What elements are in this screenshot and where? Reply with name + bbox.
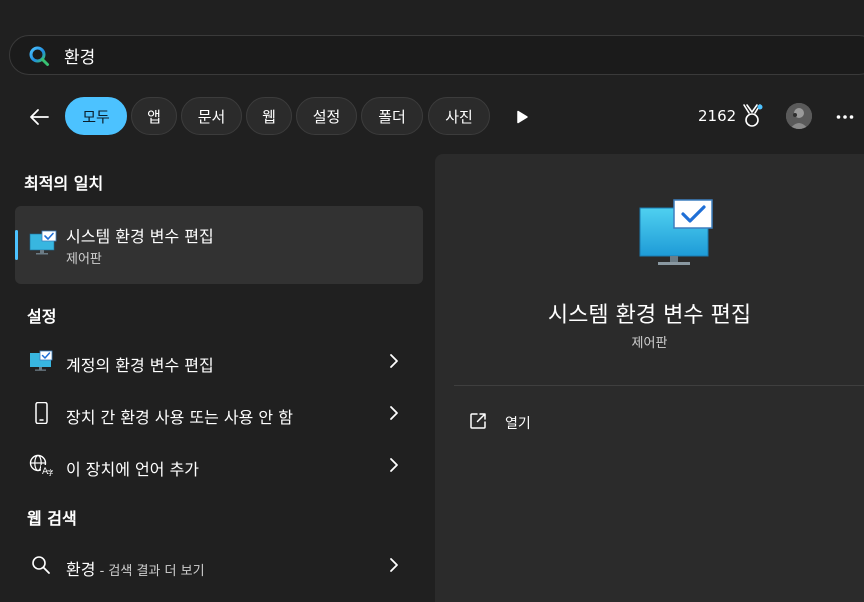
settings-item-add-language[interactable]: A 字 이 장치에 언어 추가 [15, 442, 423, 488]
web-search-result[interactable]: 환경 - 검색 결과 더 보기 [15, 542, 423, 588]
search-icon [32, 556, 50, 574]
best-match-heading: 최적의 일치 [24, 174, 104, 193]
open-action-label: 열기 [505, 416, 531, 432]
settings-item-label: 계정의 환경 변수 편집 [66, 356, 214, 375]
selection-indicator [15, 230, 18, 260]
start-search-window: 모두 앱 문서 웹 설정 폴더 사진 2162 최적의 일치 [0, 0, 864, 602]
chevron-right-icon [390, 558, 398, 572]
back-button[interactable] [24, 102, 54, 132]
web-search-query: 환경 [66, 560, 96, 579]
search-input[interactable] [64, 42, 664, 68]
web-search-heading: 웹 검색 [27, 509, 77, 528]
preview-subtitle: 제어판 [631, 336, 668, 351]
open-external-icon [470, 413, 486, 429]
best-match-subtitle: 제어판 [66, 252, 102, 267]
preview-pane: 시스템 환경 변수 편집 제어판 열기 [435, 154, 864, 602]
best-match-result[interactable]: 시스템 환경 변수 편집 제어판 [15, 206, 423, 284]
best-match-title: 시스템 환경 변수 편집 [66, 227, 214, 246]
monitor-check-icon [30, 350, 53, 371]
settings-item-label: 이 장치에 언어 추가 [66, 460, 200, 479]
filter-tab-web[interactable]: 웹 [246, 97, 292, 135]
web-search-label: 환경 - 검색 결과 더 보기 [66, 556, 205, 580]
play-icon [517, 110, 528, 124]
rewards-medal-icon[interactable] [740, 103, 764, 129]
phone-icon [35, 402, 48, 424]
web-search-suffix: - 검색 결과 더 보기 [95, 564, 205, 579]
monitor-check-icon [29, 230, 57, 255]
preview-title: 시스템 환경 변수 편집 [547, 303, 752, 328]
svg-text:字: 字 [47, 468, 53, 476]
chevron-right-icon [390, 458, 398, 472]
more-options-button[interactable] [832, 104, 858, 130]
chevron-right-icon [390, 406, 398, 420]
settings-heading: 설정 [27, 307, 57, 326]
chevron-right-icon [390, 354, 398, 368]
filter-tab-apps[interactable]: 앱 [131, 97, 177, 135]
ellipsis-icon [836, 115, 854, 119]
arrow-left-icon [30, 109, 49, 125]
rewards-points[interactable]: 2162 [698, 107, 736, 125]
preview-divider [454, 385, 864, 386]
filter-tab-photos[interactable]: 사진 [428, 97, 490, 135]
monitor-check-icon [639, 199, 713, 265]
avatar[interactable] [786, 103, 812, 129]
open-action[interactable]: 열기 [454, 403, 854, 439]
more-filters-button[interactable] [509, 104, 535, 130]
user-avatar-image [786, 103, 812, 129]
filter-tab-settings[interactable]: 설정 [296, 97, 357, 135]
settings-item-label: 장치 간 환경 사용 또는 사용 안 함 [66, 408, 293, 427]
filter-tab-all[interactable]: 모두 [65, 97, 127, 135]
language-icon: A 字 [29, 454, 53, 476]
settings-item-cross-device[interactable]: 장치 간 환경 사용 또는 사용 안 함 [15, 390, 423, 436]
settings-item-account-env-vars[interactable]: 계정의 환경 변수 편집 [15, 338, 423, 384]
search-box[interactable] [9, 35, 864, 75]
filter-tab-documents[interactable]: 문서 [181, 97, 242, 135]
search-icon [29, 46, 49, 66]
filter-tab-folders[interactable]: 폴더 [361, 97, 423, 135]
